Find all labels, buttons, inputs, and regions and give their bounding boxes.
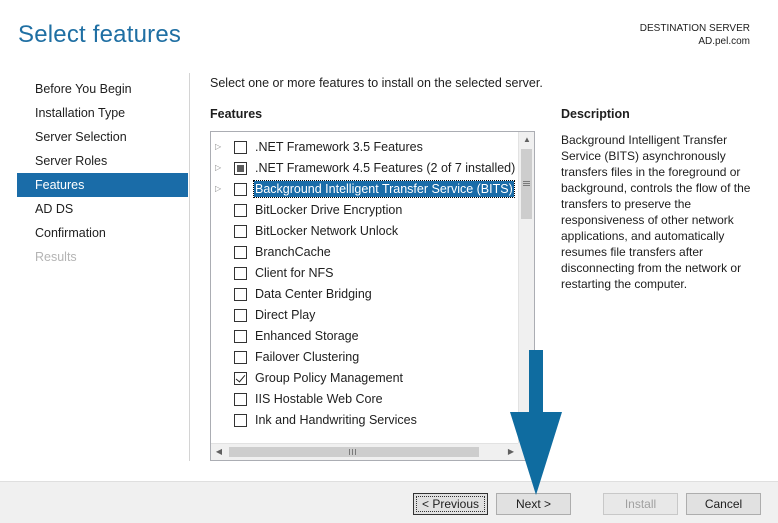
- horizontal-scrollbar[interactable]: ◀ ▶: [211, 443, 519, 460]
- feature-row[interactable]: Failover Clustering: [211, 347, 519, 368]
- feature-label[interactable]: .NET Framework 4.5 Features (2 of 7 inst…: [254, 160, 516, 176]
- features-rows: ▷ .NET Framework 3.5 Features ▷ .NET Framew…: [211, 137, 519, 431]
- feature-row[interactable]: Client for NFS: [211, 263, 519, 284]
- expand-icon[interactable]: ▷: [215, 163, 223, 173]
- features-heading: Features: [210, 107, 263, 121]
- nav-item-results: Results: [35, 250, 77, 264]
- nav-item-server-roles[interactable]: Server Roles: [17, 149, 188, 173]
- feature-checkbox[interactable]: [234, 141, 247, 154]
- feature-label[interactable]: .NET Framework 3.5 Features: [254, 139, 424, 155]
- feature-label[interactable]: Background Intelligent Transfer Service …: [253, 180, 515, 198]
- down-arrow-icon: [510, 350, 562, 495]
- feature-row[interactable]: Group Policy Management: [211, 368, 519, 389]
- nav-divider: [189, 73, 190, 461]
- destination-server: DESTINATION SERVER AD.pel.com: [640, 22, 750, 48]
- feature-label[interactable]: Enhanced Storage: [254, 328, 360, 344]
- feature-checkbox[interactable]: [234, 351, 247, 364]
- feature-checkbox[interactable]: [234, 309, 247, 322]
- instruction-text: Select one or more features to install o…: [210, 76, 543, 90]
- feature-row[interactable]: Direct Play: [211, 305, 519, 326]
- install-button: Install: [603, 493, 678, 515]
- feature-checkbox[interactable]: [234, 393, 247, 406]
- horizontal-scroll-thumb[interactable]: [229, 447, 479, 457]
- grip-icon: [349, 449, 356, 455]
- cancel-button[interactable]: Cancel: [686, 493, 761, 515]
- footer-bar: < Previous Next > Install Cancel: [0, 481, 778, 523]
- feature-label[interactable]: Client for NFS: [254, 265, 335, 281]
- feature-checkbox[interactable]: [234, 288, 247, 301]
- nav-item-before-you-begin[interactable]: Before You Begin: [17, 77, 188, 101]
- feature-row[interactable]: ▷ .NET Framework 3.5 Features: [211, 137, 519, 158]
- annotation-arrow-shape: [510, 350, 562, 495]
- destination-server-label: DESTINATION SERVER: [639, 23, 750, 34]
- feature-checkbox[interactable]: [234, 204, 247, 217]
- feature-label[interactable]: BranchCache: [254, 244, 332, 260]
- nav-item-confirmation[interactable]: Confirmation: [17, 221, 188, 245]
- feature-checkbox[interactable]: [234, 183, 247, 196]
- expand-icon[interactable]: ▷: [215, 184, 223, 194]
- feature-label[interactable]: Failover Clustering: [254, 349, 360, 365]
- wizard-nav: Before You Begin Installation Type Server …: [17, 77, 188, 269]
- feature-label[interactable]: BitLocker Drive Encryption: [254, 202, 403, 218]
- description-heading: Description: [561, 107, 630, 121]
- next-button[interactable]: Next >: [496, 493, 571, 515]
- feature-checkbox[interactable]: [234, 330, 247, 343]
- feature-label[interactable]: Ink and Handwriting Services: [254, 412, 418, 428]
- features-listbox[interactable]: ▷ .NET Framework 3.5 Features ▷ .NET Framew…: [210, 131, 535, 461]
- feature-row[interactable]: Ink and Handwriting Services: [211, 410, 519, 431]
- feature-label[interactable]: BitLocker Network Unlock: [254, 223, 399, 239]
- feature-checkbox[interactable]: [234, 225, 247, 238]
- feature-row[interactable]: ▷ .NET Framework 4.5 Features (2 of 7 ins…: [211, 158, 519, 179]
- feature-checkbox[interactable]: [234, 246, 247, 259]
- feature-row[interactable]: ▷ Background Intelligent Transfer Service…: [211, 179, 519, 200]
- feature-label[interactable]: Data Center Bridging: [254, 286, 373, 302]
- feature-label[interactable]: Group Policy Management: [254, 370, 404, 386]
- feature-label[interactable]: IIS Hostable Web Core: [254, 391, 384, 407]
- feature-checkbox[interactable]: [234, 162, 247, 175]
- feature-row[interactable]: BranchCache: [211, 242, 519, 263]
- scroll-left-icon[interactable]: ◀: [211, 444, 227, 460]
- feature-row[interactable]: BitLocker Drive Encryption: [211, 200, 519, 221]
- feature-row[interactable]: Data Center Bridging: [211, 284, 519, 305]
- nav-item-ad-ds[interactable]: AD DS: [17, 197, 188, 221]
- feature-row[interactable]: Enhanced Storage: [211, 326, 519, 347]
- vertical-scroll-thumb[interactable]: [521, 149, 532, 219]
- feature-checkbox[interactable]: [234, 414, 247, 427]
- scroll-up-icon[interactable]: ▲: [519, 132, 534, 148]
- page-title: Select features: [18, 21, 182, 48]
- feature-label[interactable]: Direct Play: [254, 307, 316, 323]
- nav-item-installation-type[interactable]: Installation Type: [17, 101, 188, 125]
- nav-item-server-selection[interactable]: Server Selection: [17, 125, 188, 149]
- feature-checkbox[interactable]: [234, 267, 247, 280]
- description-text: Background Intelligent Transfer Service …: [561, 133, 751, 291]
- expand-icon[interactable]: ▷: [215, 142, 223, 152]
- destination-server-name: AD.pel.com: [698, 36, 750, 47]
- previous-button[interactable]: < Previous: [413, 493, 488, 515]
- nav-item-features[interactable]: Features: [17, 173, 188, 197]
- feature-row[interactable]: IIS Hostable Web Core: [211, 389, 519, 410]
- grip-icon: [523, 181, 530, 186]
- feature-checkbox[interactable]: [234, 372, 247, 385]
- feature-row[interactable]: BitLocker Network Unlock: [211, 221, 519, 242]
